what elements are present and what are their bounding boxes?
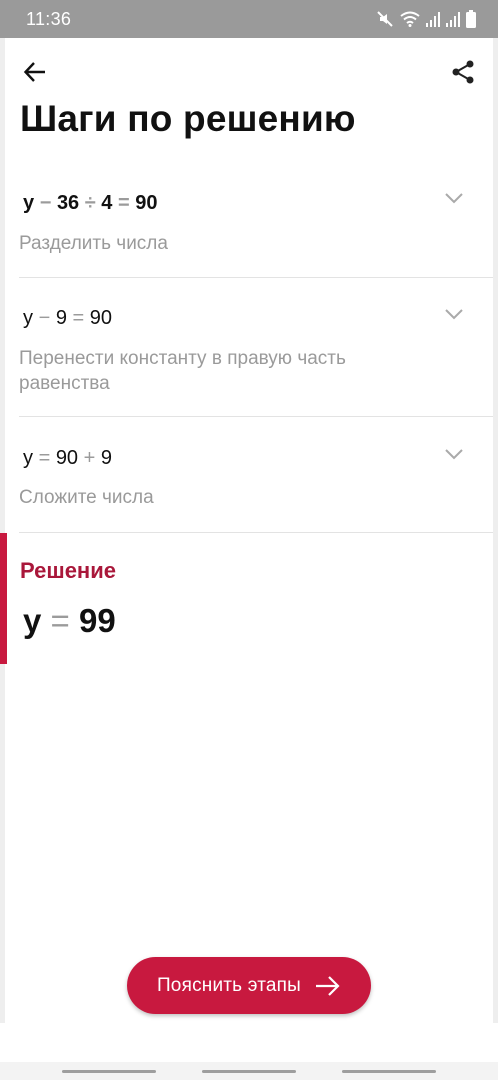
- signal-icon: [426, 12, 440, 27]
- eq-operator: =: [72, 307, 85, 329]
- right-gutter: [493, 38, 498, 1023]
- eq-term: 99: [78, 602, 116, 639]
- chevron-down-icon[interactable]: [444, 448, 464, 460]
- nav-recents-button[interactable]: [62, 1070, 156, 1073]
- step-equation: y − 9 = 90: [23, 307, 112, 330]
- divider: [19, 416, 493, 417]
- eq-operator: =: [117, 192, 130, 214]
- eq-operator: −: [39, 192, 52, 214]
- signal-icon: [446, 12, 460, 27]
- eq-operator: =: [38, 447, 51, 469]
- steps-page: Шаги по решению y − 36 ÷ 4 = 90 Разделит…: [0, 38, 493, 1023]
- step-item[interactable]: y − 9 = 90 Перенести константу в правую …: [5, 300, 480, 416]
- eq-term: y: [23, 447, 33, 469]
- eq-term: 90: [135, 192, 158, 214]
- solution-accent-bar: [0, 533, 7, 664]
- page-title: Шаги по решению: [20, 98, 356, 139]
- arrow-right-icon: [316, 975, 340, 996]
- status-time: 11:36: [26, 9, 72, 29]
- solution-equation: y = 99: [23, 602, 116, 640]
- eq-term: y: [23, 307, 33, 329]
- nav-home-button[interactable]: [202, 1070, 296, 1073]
- explain-steps-button[interactable]: Пояснить этапы: [127, 957, 371, 1014]
- solution-label: Решение: [20, 558, 116, 583]
- step-equation: y − 36 ÷ 4 = 90: [23, 192, 157, 215]
- eq-term: 9: [100, 447, 112, 469]
- share-icon: [452, 60, 474, 84]
- battery-icon: [466, 10, 476, 28]
- eq-operator: ÷: [84, 192, 96, 214]
- nav-back-button[interactable]: [342, 1070, 436, 1073]
- arrow-left-icon: [23, 62, 45, 82]
- step-description: Перенести константу в правую часть равен…: [19, 348, 346, 394]
- step-description: Разделить числа: [19, 233, 168, 254]
- eq-operator: −: [38, 307, 51, 329]
- system-nav-bar: [0, 1062, 498, 1080]
- back-button[interactable]: [21, 58, 49, 86]
- divider: [19, 277, 493, 278]
- explain-steps-label: Пояснить этапы: [156, 974, 302, 996]
- step-description: Сложите числа: [19, 487, 154, 508]
- status-icons: [376, 8, 476, 30]
- step-item[interactable]: y − 36 ÷ 4 = 90 Разделить числа: [5, 184, 480, 278]
- mute-icon: [377, 11, 393, 27]
- eq-term: 9: [55, 307, 67, 329]
- step-item[interactable]: y = 90 + 9 Сложите числа: [5, 440, 480, 532]
- eq-operator: =: [50, 602, 70, 639]
- wifi-icon: [400, 11, 420, 27]
- divider: [19, 532, 493, 533]
- eq-term: 90: [55, 447, 79, 469]
- chevron-down-icon[interactable]: [444, 308, 464, 320]
- eq-term: 4: [101, 192, 113, 214]
- eq-operator: +: [83, 447, 96, 469]
- share-button[interactable]: [449, 58, 477, 86]
- eq-term: 36: [56, 192, 80, 214]
- chevron-down-icon[interactable]: [444, 192, 464, 204]
- eq-term: 90: [89, 307, 112, 329]
- step-equation: y = 90 + 9: [23, 447, 112, 470]
- eq-term: y: [23, 192, 35, 214]
- eq-term: y: [23, 602, 42, 639]
- status-bar: 11:36: [0, 0, 498, 38]
